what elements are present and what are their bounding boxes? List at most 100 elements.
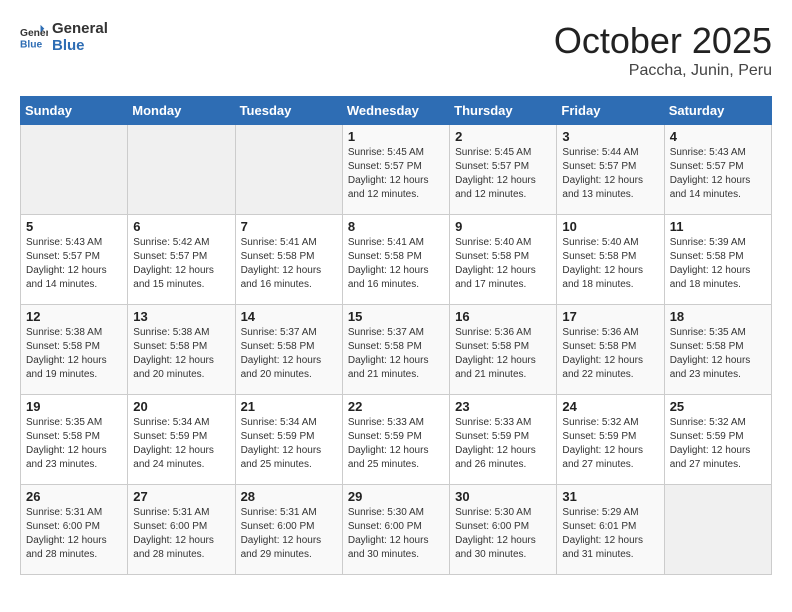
day-info: Sunrise: 5:38 AM Sunset: 5:58 PM Dayligh… [133,326,229,382]
day-info: Sunrise: 5:33 AM Sunset: 5:59 PM Dayligh… [455,416,551,472]
calendar-cell: 26 Sunrise: 5:31 AM Sunset: 6:00 PM Dayli… [21,485,128,575]
day-info: Sunrise: 5:32 AM Sunset: 5:59 PM Dayligh… [670,416,766,472]
logo-general: General [52,20,108,37]
day-number: 24 [562,399,658,414]
calendar-cell: 6Sunrise: 5:42 AM Sunset: 5:57 PM Daylig… [128,215,235,305]
calendar-cell [235,125,342,215]
day-number: 25 [670,399,766,414]
weekday-header: Friday [557,97,664,125]
day-info: Sunrise: 5:32 AM Sunset: 5:59 PM Dayligh… [562,416,658,472]
day-number: 29 [348,489,444,504]
calendar-cell: 13 Sunrise: 5:38 AM Sunset: 5:58 PM Dayli… [128,305,235,395]
calendar-cell [21,125,128,215]
calendar-cell: 3 Sunrise: 5:44 AM Sunset: 5:57 PM Daylig… [557,125,664,215]
day-info: Sunrise: 5:42 AM Sunset: 5:57 PM Dayligh… [133,236,229,292]
day-info: Sunrise: 5:37 AM Sunset: 5:58 PM Dayligh… [348,326,444,382]
calendar-cell: 27 Sunrise: 5:31 AM Sunset: 6:00 PM Dayli… [128,485,235,575]
calendar-cell: 8 Sunrise: 5:41 AM Sunset: 5:58 PM Daylig… [342,215,449,305]
calendar-cell: 2 Sunrise: 5:45 AM Sunset: 5:57 PM Daylig… [450,125,557,215]
day-info: Sunrise: 5:31 AM Sunset: 6:00 PM Dayligh… [26,506,122,562]
calendar-cell: 23 Sunrise: 5:33 AM Sunset: 5:59 PM Dayli… [450,395,557,485]
calendar-cell: 20 Sunrise: 5:34 AM Sunset: 5:59 PM Dayli… [128,395,235,485]
calendar-cell: 4Sunrise: 5:43 AM Sunset: 5:57 PM Daylig… [664,125,771,215]
day-number: 30 [455,489,551,504]
day-number: 19 [26,399,122,414]
day-number: 2 [455,129,551,144]
day-number: 18 [670,309,766,324]
weekday-header: Sunday [21,97,128,125]
day-number: 3 [562,129,658,144]
calendar-cell: 16 Sunrise: 5:36 AM Sunset: 5:58 PM Dayli… [450,305,557,395]
day-number: 16 [455,309,551,324]
day-info: Sunrise: 5:36 AM Sunset: 5:58 PM Dayligh… [562,326,658,382]
calendar-table: SundayMondayTuesdayWednesdayThursdayFrid… [20,96,772,575]
day-number: 7 [241,219,337,234]
calendar-cell: 7 Sunrise: 5:41 AM Sunset: 5:58 PM Daylig… [235,215,342,305]
calendar-week-row: 5 Sunrise: 5:43 AM Sunset: 5:57 PM Daylig… [21,215,772,305]
logo: General Blue General Blue [20,20,108,54]
calendar-week-row: 12 Sunrise: 5:38 AM Sunset: 5:58 PM Dayli… [21,305,772,395]
day-number: 27 [133,489,229,504]
weekday-header: Saturday [664,97,771,125]
day-info: Sunrise: 5:43 AM Sunset: 5:57 PM Dayligh… [26,236,122,292]
calendar-week-row: 1Sunrise: 5:45 AM Sunset: 5:57 PM Daylig… [21,125,772,215]
day-info: Sunrise: 5:29 AM Sunset: 6:01 PM Dayligh… [562,506,658,562]
calendar-cell: 14Sunrise: 5:37 AM Sunset: 5:58 PM Dayli… [235,305,342,395]
day-info: Sunrise: 5:43 AM Sunset: 5:57 PM Dayligh… [670,146,766,202]
calendar-cell: 24 Sunrise: 5:32 AM Sunset: 5:59 PM Dayli… [557,395,664,485]
day-number: 31 [562,489,658,504]
day-info: Sunrise: 5:34 AM Sunset: 5:59 PM Dayligh… [133,416,229,472]
calendar-cell: 22Sunrise: 5:33 AM Sunset: 5:59 PM Dayli… [342,395,449,485]
day-number: 13 [133,309,229,324]
day-info: Sunrise: 5:45 AM Sunset: 5:57 PM Dayligh… [348,146,444,202]
day-info: Sunrise: 5:31 AM Sunset: 6:00 PM Dayligh… [133,506,229,562]
calendar-cell: 11 Sunrise: 5:39 AM Sunset: 5:58 PM Dayli… [664,215,771,305]
day-info: Sunrise: 5:44 AM Sunset: 5:57 PM Dayligh… [562,146,658,202]
day-info: Sunrise: 5:31 AM Sunset: 6:00 PM Dayligh… [241,506,337,562]
calendar-cell: 1Sunrise: 5:45 AM Sunset: 5:57 PM Daylig… [342,125,449,215]
weekday-header: Thursday [450,97,557,125]
calendar-cell: 21Sunrise: 5:34 AM Sunset: 5:59 PM Dayli… [235,395,342,485]
day-number: 28 [241,489,337,504]
day-info: Sunrise: 5:37 AM Sunset: 5:58 PM Dayligh… [241,326,337,382]
calendar-week-row: 26 Sunrise: 5:31 AM Sunset: 6:00 PM Dayli… [21,485,772,575]
day-info: Sunrise: 5:36 AM Sunset: 5:58 PM Dayligh… [455,326,551,382]
calendar-cell: 12Sunrise: 5:38 AM Sunset: 5:58 PM Dayli… [21,305,128,395]
day-info: Sunrise: 5:45 AM Sunset: 5:57 PM Dayligh… [455,146,551,202]
location: Paccha, Junin, Peru [554,62,772,80]
day-info: Sunrise: 5:41 AM Sunset: 5:58 PM Dayligh… [241,236,337,292]
calendar-cell: 25 Sunrise: 5:32 AM Sunset: 5:59 PM Dayli… [664,395,771,485]
weekday-header: Wednesday [342,97,449,125]
day-info: Sunrise: 5:34 AM Sunset: 5:59 PM Dayligh… [241,416,337,472]
logo-blue: Blue [52,37,108,54]
title-block: October 2025 Paccha, Junin, Peru [554,20,772,80]
calendar-cell: 10Sunrise: 5:40 AM Sunset: 5:58 PM Dayli… [557,215,664,305]
day-number: 12 [26,309,122,324]
day-info: Sunrise: 5:41 AM Sunset: 5:58 PM Dayligh… [348,236,444,292]
day-info: Sunrise: 5:39 AM Sunset: 5:58 PM Dayligh… [670,236,766,292]
calendar-cell [664,485,771,575]
calendar-cell: 5 Sunrise: 5:43 AM Sunset: 5:57 PM Daylig… [21,215,128,305]
day-number: 15 [348,309,444,324]
calendar-cell: 17Sunrise: 5:36 AM Sunset: 5:58 PM Dayli… [557,305,664,395]
day-number: 9 [455,219,551,234]
svg-text:Blue: Blue [20,39,43,50]
day-number: 11 [670,219,766,234]
day-info: Sunrise: 5:40 AM Sunset: 5:58 PM Dayligh… [455,236,551,292]
weekday-header-row: SundayMondayTuesdayWednesdayThursdayFrid… [21,97,772,125]
day-info: Sunrise: 5:35 AM Sunset: 5:58 PM Dayligh… [26,416,122,472]
day-info: Sunrise: 5:30 AM Sunset: 6:00 PM Dayligh… [348,506,444,562]
day-number: 26 [26,489,122,504]
month-title: October 2025 [554,20,772,62]
weekday-header: Monday [128,97,235,125]
svg-text:General: General [20,28,48,39]
logo-icon: General Blue [20,23,48,51]
day-number: 5 [26,219,122,234]
calendar-cell: 9 Sunrise: 5:40 AM Sunset: 5:58 PM Daylig… [450,215,557,305]
day-number: 23 [455,399,551,414]
day-number: 8 [348,219,444,234]
calendar-cell: 30 Sunrise: 5:30 AM Sunset: 6:00 PM Dayli… [450,485,557,575]
day-number: 20 [133,399,229,414]
day-info: Sunrise: 5:30 AM Sunset: 6:00 PM Dayligh… [455,506,551,562]
day-info: Sunrise: 5:33 AM Sunset: 5:59 PM Dayligh… [348,416,444,472]
